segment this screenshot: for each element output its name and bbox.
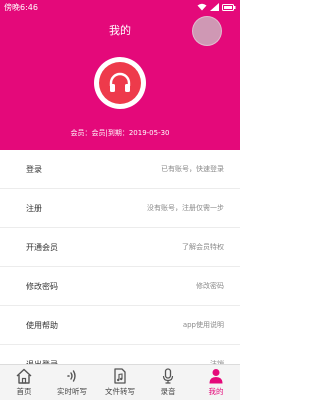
bottom-nav: 首页 实时听写 文件转写 录音 我的	[0, 364, 240, 400]
floating-assistive-button[interactable]	[192, 16, 222, 46]
nav-label: 录音	[160, 387, 176, 396]
avatar-circle	[99, 62, 141, 104]
status-time: 傍晚6:46	[4, 2, 38, 12]
member-info: 会员：会员|到期：2019-05-30	[70, 129, 170, 137]
status-icons	[197, 3, 236, 11]
status-bar: 傍晚6:46	[0, 0, 240, 14]
home-icon	[16, 368, 32, 384]
profile-header: 我的 会员：会员|到期：2019-05-30	[0, 14, 240, 150]
menu-item-label: 修改密码	[26, 281, 58, 291]
headphones-icon	[109, 72, 131, 92]
menu-item-label: 开通会员	[26, 242, 58, 252]
menu-item-hint: 已有账号，快速登录	[161, 165, 224, 173]
menu-item-hint: 修改密码	[196, 282, 224, 290]
avatar[interactable]	[94, 57, 146, 109]
menu-item-hint: 没有账号，注册仅需一步	[147, 204, 224, 212]
nav-label: 我的	[208, 387, 224, 396]
nav-label: 文件转写	[105, 387, 135, 396]
nav-mine[interactable]: 我的	[192, 365, 240, 400]
nav-label: 实时听写	[57, 387, 87, 396]
microphone-icon	[162, 368, 174, 384]
menu-item-register[interactable]: 注册 没有账号，注册仅需一步	[0, 189, 240, 228]
nav-realtime-dictation[interactable]: 实时听写	[48, 365, 96, 400]
menu-item-label: 使用帮助	[26, 320, 58, 330]
menu-item-login[interactable]: 登录 已有账号，快速登录	[0, 150, 240, 189]
nav-recording[interactable]: 录音	[144, 365, 192, 400]
menu-item-label: 注册	[26, 203, 42, 213]
menu-item-hint: 了解会员特权	[182, 243, 224, 251]
nav-home[interactable]: 首页	[0, 365, 48, 400]
sound-wave-icon	[67, 370, 76, 382]
menu-item-change-password[interactable]: 修改密码 修改密码	[0, 267, 240, 306]
menu-item-help[interactable]: 使用帮助 app使用说明	[0, 306, 240, 345]
nav-file-transcription[interactable]: 文件转写	[96, 365, 144, 400]
menu-item-membership[interactable]: 开通会员 了解会员特权	[0, 228, 240, 267]
music-file-icon	[114, 368, 126, 384]
menu-item-label: 登录	[26, 164, 42, 174]
menu-list: 登录 已有账号，快速登录 注册 没有账号，注册仅需一步 开通会员 了解会员特权 …	[0, 150, 240, 384]
wifi-icon	[197, 3, 207, 11]
person-icon	[209, 369, 223, 384]
battery-icon	[222, 3, 236, 11]
menu-item-hint: app使用说明	[182, 321, 224, 329]
signal-icon	[210, 3, 219, 11]
nav-label: 首页	[16, 387, 32, 396]
